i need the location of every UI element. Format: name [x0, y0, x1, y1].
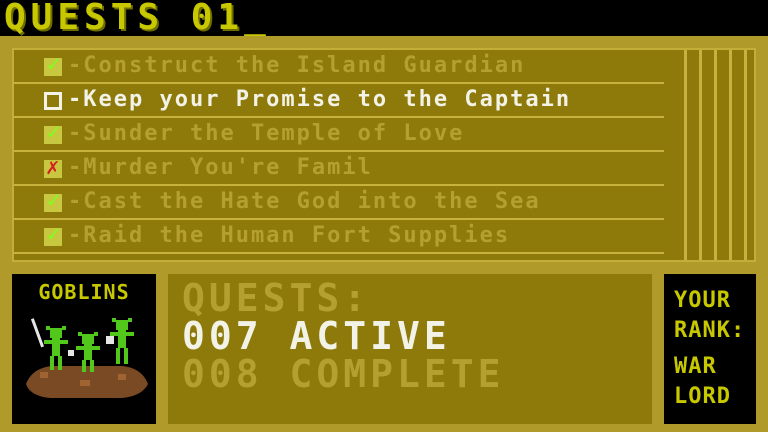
quest-label: -Cast the Hate God into the Sea	[68, 189, 541, 214]
checkbox-checked-icon[interactable]	[44, 222, 62, 247]
title-bar: QUESTS 01_	[0, 0, 768, 38]
quest-row[interactable]: -Cast the Hate God into the Sea	[14, 186, 664, 220]
complete-count: 008 COMPLETE	[182, 352, 505, 396]
quest-row[interactable]: -Construct the Island Guardian	[14, 50, 664, 84]
quest-row[interactable]: -Sunder the Temple of Love	[14, 118, 664, 152]
rank-panel: YOUR RANK: WAR LORD	[664, 274, 756, 424]
quest-row[interactable]: -Raid the Human Fort Supplies	[14, 220, 664, 254]
checkbox-checked-icon[interactable]	[44, 52, 62, 77]
quest-row[interactable]: -Murder You're Famil	[14, 152, 664, 186]
checkbox-checked-icon[interactable]	[44, 120, 62, 145]
faction-label: GOBLINS	[38, 280, 130, 304]
rank-line: RANK:	[674, 318, 746, 343]
page-title: QUESTS 01_	[4, 0, 271, 38]
quest-label: -Construct the Island Guardian	[68, 53, 526, 78]
status-panel: GOBLINS QUESTS: 007 ACTIVE 008 COMPLETE …	[0, 266, 768, 432]
rank-value: WAR	[674, 354, 717, 379]
scrollbar-stripes[interactable]	[672, 50, 754, 260]
faction-portrait: GOBLINS	[12, 274, 156, 424]
checkbox-checked-icon[interactable]	[44, 188, 62, 213]
quest-label: -Murder You're Famil	[68, 155, 373, 180]
quest-label: -Sunder the Temple of Love	[68, 121, 465, 146]
quest-list-frame: -Construct the Island Guardian -Keep you…	[12, 48, 756, 262]
quest-stats: QUESTS: 007 ACTIVE 008 COMPLETE	[168, 274, 652, 424]
checkbox-empty-icon[interactable]	[44, 92, 62, 110]
quest-label: -Raid the Human Fort Supplies	[68, 223, 511, 248]
rank-line: YOUR	[674, 288, 731, 313]
quest-panel: -Construct the Island Guardian -Keep you…	[0, 36, 768, 266]
rank-value: LORD	[674, 384, 731, 409]
quest-label: -Keep your Promise to the Captain	[68, 87, 572, 112]
checkbox-failed-icon[interactable]	[44, 155, 62, 180]
goblin-warband-icon	[26, 318, 148, 398]
quest-list: -Construct the Island Guardian -Keep you…	[14, 50, 664, 254]
quest-row[interactable]: -Keep your Promise to the Captain	[14, 84, 664, 118]
